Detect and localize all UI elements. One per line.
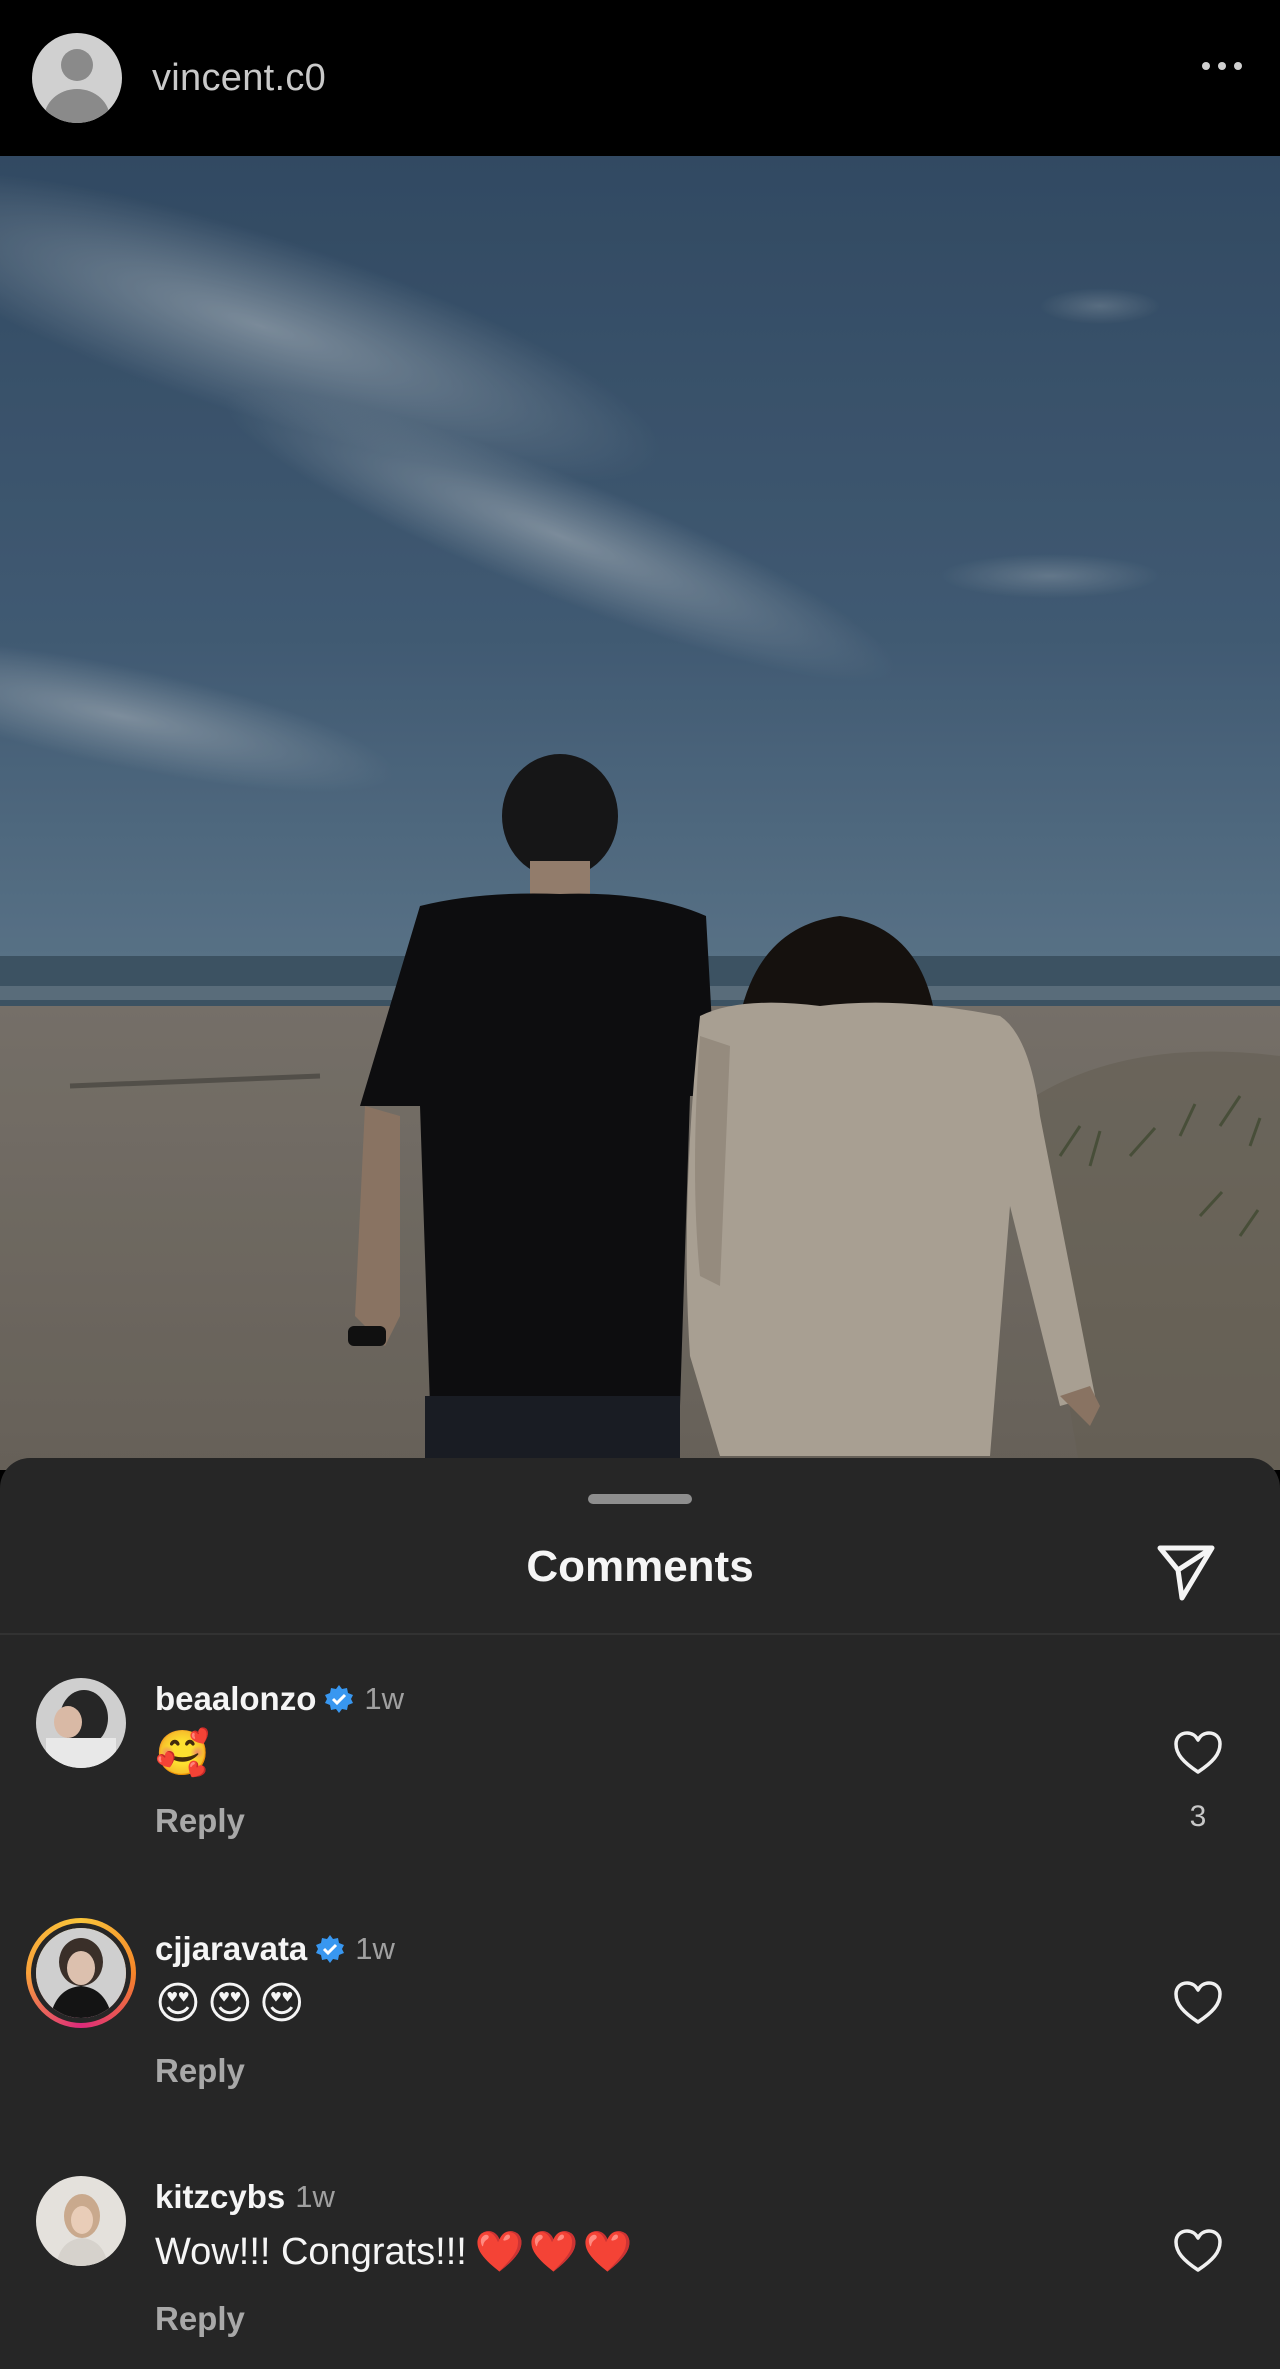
comment-username[interactable]: cjjaravata bbox=[155, 1930, 307, 1968]
comment-emoji: 🥰 bbox=[155, 1729, 210, 1778]
comment-username[interactable]: beaalonzo bbox=[155, 1680, 316, 1718]
comment-time: 1w bbox=[355, 1931, 395, 1966]
heart-icon[interactable] bbox=[1173, 1980, 1223, 2026]
drag-handle[interactable] bbox=[588, 1494, 692, 1504]
reply-button[interactable]: Reply bbox=[155, 1802, 245, 1840]
comment-text: 🥰 bbox=[155, 1726, 210, 1782]
commenter-avatar[interactable] bbox=[36, 2176, 126, 2266]
comment-text: Wow!!! Congrats!!! ❤️❤️❤️ bbox=[155, 2224, 636, 2280]
verified-badge-icon bbox=[316, 1935, 345, 1963]
verified-badge-icon bbox=[325, 1685, 354, 1713]
comments-sheet: Comments beaalonzo 1w 🥰 Reply 3 cjjarava… bbox=[0, 1458, 1280, 2369]
comment-text: 😍😍😍 bbox=[155, 1976, 311, 2032]
commenter-avatar[interactable] bbox=[36, 1678, 126, 1768]
sheet-divider bbox=[0, 1633, 1280, 1635]
reply-button[interactable]: Reply bbox=[155, 2300, 245, 2338]
comment-time: 1w bbox=[295, 2179, 335, 2214]
heart-icon[interactable] bbox=[1173, 2228, 1223, 2274]
post-username[interactable]: vincent.c0 bbox=[152, 57, 326, 100]
comments-title: Comments bbox=[526, 1542, 754, 1591]
comment-time: 1w bbox=[364, 1681, 404, 1716]
comment-body: Wow!!! Congrats!!! bbox=[155, 2231, 467, 2273]
post-photo[interactable] bbox=[0, 156, 1280, 1470]
commenter-avatar-story-ring[interactable] bbox=[26, 1918, 136, 2028]
comment-emoji: 😍😍😍 bbox=[155, 1979, 311, 2028]
profile-avatar[interactable] bbox=[32, 33, 122, 123]
like-count: 3 bbox=[1189, 1800, 1207, 1833]
heart-icon[interactable] bbox=[1173, 1730, 1223, 1776]
reply-button[interactable]: Reply bbox=[155, 2052, 245, 2090]
comment-username[interactable]: kitzcybs bbox=[155, 2178, 285, 2216]
paper-plane-icon[interactable] bbox=[1152, 1538, 1218, 1604]
more-options-icon[interactable] bbox=[1202, 62, 1242, 70]
post-header: vincent.c0 bbox=[0, 0, 1280, 156]
beach-couple-image bbox=[0, 156, 1280, 1470]
heart-emojis: ❤️❤️❤️ bbox=[474, 2230, 637, 2274]
